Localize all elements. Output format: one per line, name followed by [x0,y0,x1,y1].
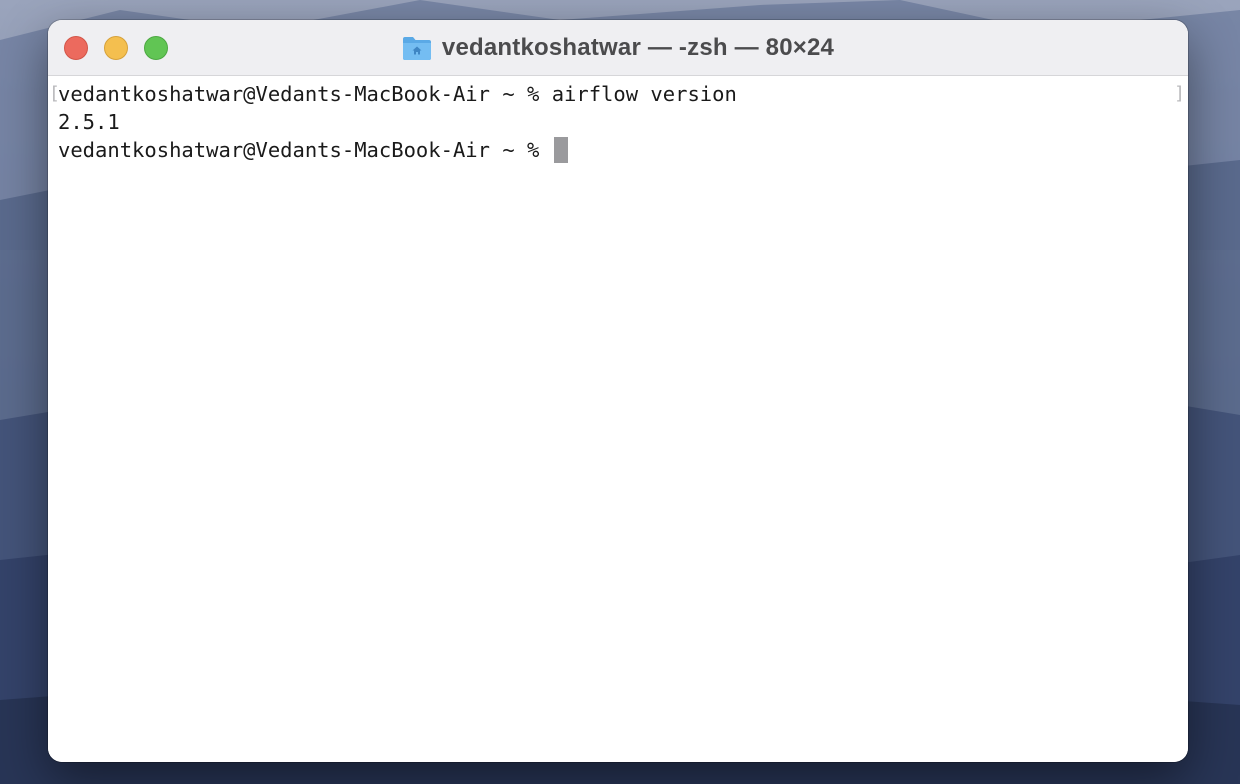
shell-prompt: vedantkoshatwar@Vedants-MacBook-Air ~ % [58,82,552,106]
line-mark-left: [ [49,83,60,104]
command-text: airflow version [551,82,737,106]
terminal-output-area[interactable]: [ ] vedantkoshatwar@Vedants-MacBook-Air … [48,76,1188,762]
home-folder-icon [402,37,431,60]
text-cursor[interactable] [553,137,568,163]
window-title: vedantkoshatwar — -zsh — 80×24 [441,34,835,61]
terminal-line: 2.5.1 [58,108,1188,136]
terminal-window: vedantkoshatwar — -zsh — 80×24 [ ] vedan… [48,20,1188,762]
close-button[interactable] [64,36,88,60]
terminal-line: vedantkoshatwar@Vedants-MacBook-Air ~ % [58,136,1188,164]
minimize-button[interactable] [104,36,128,60]
window-title-group: vedantkoshatwar — -zsh — 80×24 [48,20,1188,76]
line-mark-right: ] [1174,83,1185,104]
terminal-line: vedantkoshatwar@Vedants-MacBook-Air ~ % … [58,80,1188,108]
shell-prompt: vedantkoshatwar@Vedants-MacBook-Air ~ % [58,138,552,162]
command-output: 2.5.1 [58,110,120,134]
title-bar[interactable]: vedantkoshatwar — -zsh — 80×24 [48,20,1188,76]
zoom-button[interactable] [144,36,168,60]
